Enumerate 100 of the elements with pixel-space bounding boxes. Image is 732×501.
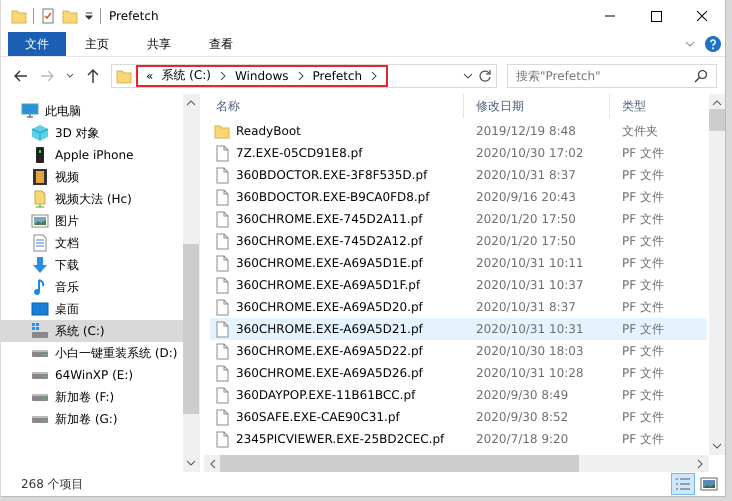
file-row[interactable]: 360DAYPOP.EXE-11B61BCC.pf 2020/9/30 8:49 PF 文件 xyxy=(210,384,707,406)
scrollbar-thumb[interactable] xyxy=(709,109,725,131)
scrollbar-thumb[interactable] xyxy=(183,244,199,414)
chevron-right-icon xyxy=(697,458,705,468)
file-icon xyxy=(214,342,230,360)
refresh-icon[interactable] xyxy=(478,68,492,82)
type-cell-text: PF 文件 xyxy=(621,210,665,228)
sidebar-item[interactable]: 小白一键重装系统 (D:) xyxy=(1,342,183,364)
type-cell-text: PF 文件 xyxy=(621,320,665,338)
file-name: ReadyBoot xyxy=(236,124,301,138)
type-cell-text: PF 文件 xyxy=(621,276,665,294)
date-cell-text: 2020/9/30 8:52 xyxy=(475,410,570,424)
file-icon xyxy=(214,144,230,162)
sidebar-item[interactable]: 视频大法 (Hc) xyxy=(1,188,183,210)
chevron-right-icon[interactable] xyxy=(370,70,378,80)
document-icon xyxy=(31,234,49,252)
chevron-right-icon[interactable] xyxy=(296,70,305,80)
file-name: 360CHROME.EXE-A69A5D20.pf xyxy=(236,300,423,314)
sidebar-item[interactable]: 新加卷 (G:) xyxy=(1,408,183,430)
column-header[interactable]: 修改日期 xyxy=(464,94,610,118)
sidebar-item[interactable]: 新加卷 (F:) xyxy=(1,386,183,408)
file-row[interactable]: 360BDOCTOR.EXE-3F8F535D.pf 2020/10/31 8:37 PF 文件 xyxy=(210,164,707,186)
up-arrow-icon[interactable] xyxy=(85,68,101,84)
file-name: 360CHROME.EXE-A69A5D22.pf xyxy=(236,344,423,358)
search-field[interactable]: 搜索"Prefetch" xyxy=(507,64,717,88)
date-cell-text: 2020/10/31 8:37 xyxy=(475,168,577,182)
file-name: 360SAFE.EXE-CAE90C31.pf xyxy=(236,410,400,424)
drive-icon xyxy=(31,414,49,424)
date-cell-text: 2020/10/31 10:31 xyxy=(475,322,585,336)
scrollbar-thumb[interactable] xyxy=(220,455,580,472)
file-name: 360CHROME.EXE-745D2A11.pf xyxy=(236,212,422,226)
type-cell-text: PF 文件 xyxy=(621,298,665,316)
column-header[interactable]: 名称 xyxy=(204,94,464,118)
scrollbar[interactable] xyxy=(204,455,709,472)
breadcrumb[interactable]: Windows xyxy=(234,68,289,82)
type-cell-text: PF 文件 xyxy=(621,144,665,162)
date-cell-text: 2020/1/20 17:50 xyxy=(475,234,577,248)
file-icon xyxy=(214,210,230,228)
file-icon xyxy=(214,320,230,338)
sidebar-item[interactable]: 64WinXP (E:) xyxy=(1,364,183,386)
back-arrow-icon[interactable] xyxy=(13,68,29,84)
sidebar-item[interactable]: 音乐 xyxy=(1,276,183,298)
type-cell-text: PF 文件 xyxy=(621,188,665,206)
chevron-right-icon[interactable] xyxy=(218,70,227,80)
file-row[interactable]: 360CHROME.EXE-A69A5D20.pf 2020/10/31 8:37 PF 文件 xyxy=(210,296,707,318)
file-icon xyxy=(214,188,230,206)
ribbon-tab[interactable]: 文件 xyxy=(8,32,66,56)
file-icon xyxy=(214,364,230,382)
date-cell-text: 2020/10/31 10:11 xyxy=(475,256,585,270)
breadcrumb[interactable]: 系统 (C:) xyxy=(161,67,211,84)
date-cell-text: 2020/10/31 10:37 xyxy=(475,278,585,292)
type-cell-text: PF 文件 xyxy=(621,254,665,272)
chevron-down-icon xyxy=(712,443,722,451)
file-row[interactable]: 360SAFE.EXE-CAE90C31.pf 2020/9/30 8:52 PF 文件 xyxy=(210,406,707,428)
sidebar-item[interactable]: 文档 xyxy=(1,232,183,254)
date-cell-text: 2019/12/19 8:48 xyxy=(475,124,577,138)
file-row[interactable]: 360CHROME.EXE-745D2A11.pf 2020/1/20 17:50 PF 文件 xyxy=(210,208,707,230)
type-cell-text: PF 文件 xyxy=(621,430,665,448)
down-arrow-icon xyxy=(31,256,49,274)
address-bar[interactable]: « 系统 (C:) Windows Prefetch xyxy=(111,64,497,88)
breadcrumb[interactable]: Prefetch xyxy=(312,68,362,82)
computer-icon xyxy=(21,102,39,120)
sidebar-item[interactable]: 视频 xyxy=(1,166,183,188)
sidebar-item[interactable]: 系统 (C:) xyxy=(1,320,183,342)
date-cell-text: 2020/7/18 9:20 xyxy=(475,432,570,446)
file-row[interactable]: ReadyBoot 2019/12/19 8:48 文件夹 xyxy=(210,120,707,142)
sidebar-item[interactable]: 3D 对象 xyxy=(1,122,183,144)
file-icon xyxy=(214,386,230,404)
help-icon[interactable] xyxy=(705,36,721,52)
date-cell-text: 2020/9/16 20:43 xyxy=(475,190,577,204)
scrollbar[interactable] xyxy=(183,94,199,472)
cube-icon xyxy=(31,124,49,142)
file-row[interactable]: 360CHROME.EXE-A69A5D1E.pf 2020/10/31 10:11 PF 文件 xyxy=(210,252,707,274)
file-row[interactable]: 360CHROME.EXE-A69A5D1F.pf 2020/10/31 10:37 PF 文件 xyxy=(210,274,707,296)
sidebar-item[interactable]: 此电脑 xyxy=(1,100,183,122)
file-row[interactable]: 360CHROME.EXE-A69A5D22.pf 2020/10/30 18:03 PF 文件 xyxy=(210,340,707,362)
file-row[interactable]: 360BDOCTOR.EXE-B9CA0FD8.pf 2020/9/16 20:43 PF 文件 xyxy=(210,186,707,208)
window-title: Prefetch xyxy=(109,9,159,23)
file-row[interactable]: 7Z.EXE-05CD91E8.pf 2020/10/30 17:02 PF 文件 xyxy=(210,142,707,164)
file-row[interactable]: 360CHROME.EXE-745D2A12.pf 2020/1/20 17:50 PF 文件 xyxy=(210,230,707,252)
sidebar-item[interactable]: Apple iPhone xyxy=(1,144,183,166)
file-name: 360CHROME.EXE-745D2A12.pf xyxy=(236,234,422,248)
details-view-icon[interactable] xyxy=(671,473,695,495)
search-icon[interactable] xyxy=(694,68,708,82)
sidebar-item[interactable]: 桌面 xyxy=(1,298,183,320)
file-name: 360DAYPOP.EXE-11B61BCC.pf xyxy=(236,388,416,402)
type-cell-text: PF 文件 xyxy=(621,386,665,404)
checklist-icon[interactable] xyxy=(40,8,56,24)
date-cell-text: 2020/1/20 17:50 xyxy=(475,212,577,226)
sidebar-item[interactable]: 图片 xyxy=(1,210,183,232)
type-cell-text: PF 文件 xyxy=(621,166,665,184)
file-row[interactable]: 360CHROME.EXE-A69A5D21.pf 2020/10/31 10:31 PF 文件 xyxy=(210,318,707,340)
scrollbar[interactable] xyxy=(709,94,725,455)
file-row[interactable]: 2345PICVIEWER.EXE-25BD2CEC.pf 2020/7/18 9:20 PF 文件 xyxy=(210,428,707,450)
file-name: 360CHROME.EXE-A69A5D21.pf xyxy=(236,322,423,336)
file-name: 2345PICVIEWER.EXE-25BD2CEC.pf xyxy=(236,432,444,446)
file-row[interactable]: 360CHROME.EXE-A69A5D26.pf 2020/10/31 10:28 PF 文件 xyxy=(210,362,707,384)
sidebar-item[interactable]: 下载 xyxy=(1,254,183,276)
overflow-chevron[interactable]: « xyxy=(146,68,154,82)
column-header[interactable]: 类型 xyxy=(610,94,709,118)
